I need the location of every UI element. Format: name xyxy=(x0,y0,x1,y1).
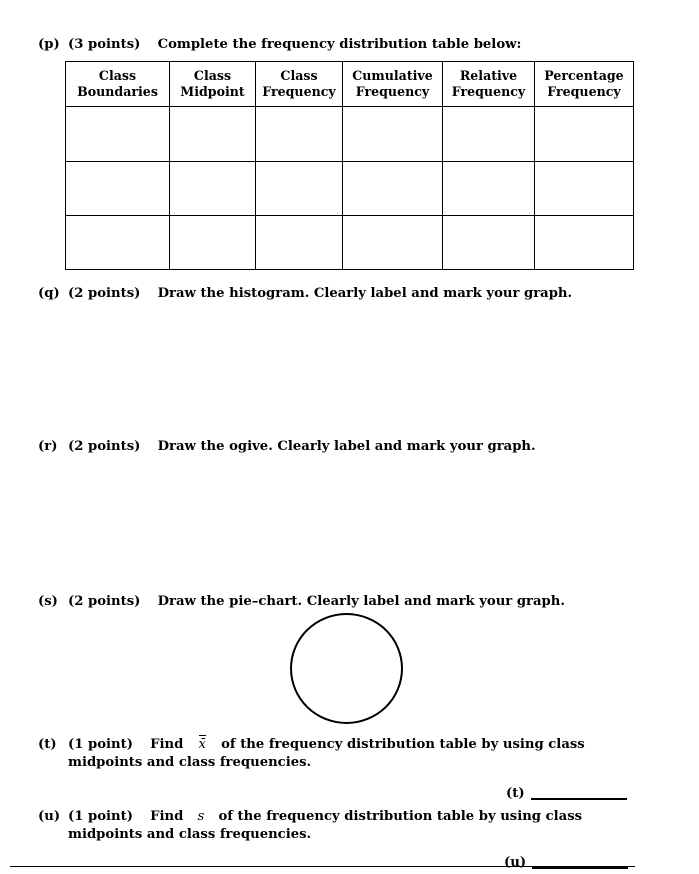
header-line-2: Boundaries xyxy=(77,83,158,99)
table-cell[interactable] xyxy=(65,215,170,270)
table-row xyxy=(65,161,634,216)
histogram-work-area[interactable] xyxy=(68,308,633,426)
header-line-2: Frequency xyxy=(355,83,430,99)
problem-item-u: (u) (1 point) Find s of the frequency di… xyxy=(38,808,638,843)
table-cell[interactable] xyxy=(255,106,343,162)
answer-blank-u[interactable]: (u) xyxy=(504,855,629,872)
column-header-class-boundaries: Class Boundaries xyxy=(65,61,170,107)
header-line-2: Frequency xyxy=(547,83,621,99)
column-header-relative-frequency: Relative Frequency xyxy=(442,61,535,107)
answer-rule-t[interactable] xyxy=(530,797,627,800)
problem-body-u: (1 point) Find s of the frequency distri… xyxy=(68,808,638,843)
header-line-2: Frequency xyxy=(451,83,526,99)
problem-body-s: (2 points) Draw the pie–chart. Clearly l… xyxy=(68,593,638,611)
answer-label-t: (t) xyxy=(506,786,525,801)
column-header-class-midpoint: Class Midpoint xyxy=(169,61,256,107)
problem-item-r: (r) (2 points) Draw the ogive. Clearly l… xyxy=(38,438,638,456)
problem-label-t: (t) xyxy=(38,737,57,752)
problem-label-r: (r) xyxy=(38,439,58,454)
variable-s: s xyxy=(197,809,205,824)
header-line-1: Percentage xyxy=(544,68,624,83)
table-cell[interactable] xyxy=(342,215,443,270)
problem-text-t-before: Find xyxy=(150,737,184,752)
table-cell[interactable] xyxy=(169,106,256,162)
problem-text-t-after: of the frequency distribution table by u… xyxy=(68,737,585,770)
table-cell[interactable] xyxy=(342,106,443,162)
frequency-distribution-table: Class Boundaries Class Midpoint Class Fr… xyxy=(65,61,634,270)
problem-label-q: (q) xyxy=(38,286,60,301)
problem-points-s: (2 points) xyxy=(68,594,141,609)
answer-label-u: (u) xyxy=(504,855,527,870)
variable-x-bar: x̄ xyxy=(198,735,207,752)
problem-text-u-before: Find xyxy=(150,809,184,824)
problem-label-p: (p) xyxy=(38,37,60,52)
problem-points-r: (2 points) xyxy=(68,439,141,454)
answer-blank-t[interactable]: (t) xyxy=(506,786,627,803)
problem-body-r: (2 points) Draw the ogive. Clearly label… xyxy=(68,438,638,456)
table-cell[interactable] xyxy=(534,215,634,270)
problem-points-t: (1 point) xyxy=(68,737,133,752)
header-line-2: Frequency xyxy=(262,83,336,99)
problem-text-s: Draw the pie–chart. Clearly label and ma… xyxy=(157,594,565,609)
table-cell[interactable] xyxy=(65,106,170,162)
worksheet-page: (p) (3 points) Complete the frequency di… xyxy=(0,0,699,874)
problem-body-p: (3 points) Complete the frequency distri… xyxy=(68,36,638,54)
table-cell[interactable] xyxy=(534,106,634,162)
problem-label-u: (u) xyxy=(38,809,61,824)
problem-points-u: (1 point) xyxy=(68,809,133,824)
header-line-2: Midpoint xyxy=(180,83,245,99)
table-row xyxy=(65,215,634,270)
table-cell[interactable] xyxy=(255,215,343,270)
problem-points-q: (2 points) xyxy=(68,286,141,301)
ogive-work-area[interactable] xyxy=(68,461,633,581)
table-cell[interactable] xyxy=(255,161,343,216)
problem-text-u-after: of the frequency distribution table by u… xyxy=(68,809,583,842)
pie-chart-circle-outline[interactable] xyxy=(290,613,403,724)
table-cell[interactable] xyxy=(442,106,535,162)
table-cell[interactable] xyxy=(169,161,256,216)
problem-item-q: (q) (2 points) Draw the histogram. Clear… xyxy=(38,285,638,303)
header-line-1: Class xyxy=(98,68,137,83)
problem-body-q: (2 points) Draw the histogram. Clearly l… xyxy=(68,285,638,303)
table-cell[interactable] xyxy=(65,161,170,216)
column-header-class-frequency: Class Frequency xyxy=(255,61,343,107)
problem-label-s: (s) xyxy=(38,594,58,609)
header-line-1: Cumulative xyxy=(352,68,433,83)
problem-text-r: Draw the ogive. Clearly label and mark y… xyxy=(157,439,536,454)
table-cell[interactable] xyxy=(342,161,443,216)
page-bottom-divider xyxy=(10,866,635,868)
table-cell[interactable] xyxy=(442,161,535,216)
header-line-1: Relative xyxy=(459,68,518,83)
problem-item-t: (t) (1 point) Find x̄ of the frequency d… xyxy=(38,735,638,771)
column-header-cumulative-frequency: Cumulative Frequency xyxy=(342,61,443,107)
header-line-1: Class xyxy=(280,68,318,83)
table-row xyxy=(65,106,634,162)
problem-body-t: (1 point) Find x̄ of the frequency distr… xyxy=(68,735,638,771)
table-cell[interactable] xyxy=(169,215,256,270)
column-header-percentage-frequency: Percentage Frequency xyxy=(534,61,634,107)
problem-text-q: Draw the histogram. Clearly label and ma… xyxy=(157,286,573,301)
table-cell[interactable] xyxy=(442,215,535,270)
problem-item-s: (s) (2 points) Draw the pie–chart. Clear… xyxy=(38,593,638,611)
header-line-1: Class xyxy=(193,68,232,83)
problem-item-p: (p) (3 points) Complete the frequency di… xyxy=(38,36,638,54)
problem-text-p: Complete the frequency distribution tabl… xyxy=(157,37,522,52)
frequency-distribution-table-wrapper: Class Boundaries Class Midpoint Class Fr… xyxy=(65,61,634,270)
problem-points-p: (3 points) xyxy=(68,37,141,52)
table-header-row: Class Boundaries Class Midpoint Class Fr… xyxy=(65,61,634,107)
table-cell[interactable] xyxy=(534,161,634,216)
